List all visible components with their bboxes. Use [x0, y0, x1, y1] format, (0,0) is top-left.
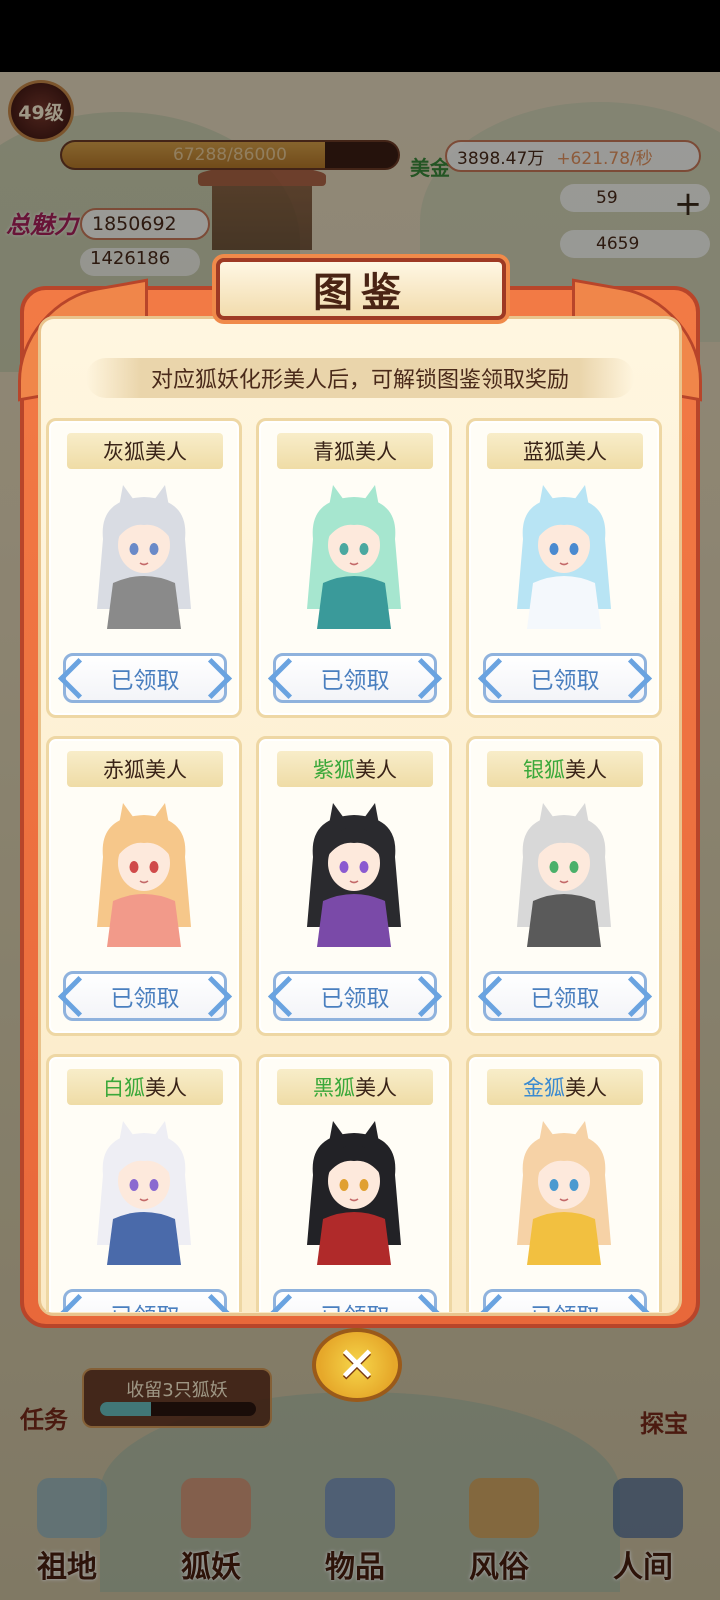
card-name: 青狐 美人: [277, 433, 433, 469]
collection-card: 青狐 美人 已领取: [256, 418, 452, 718]
card-name: 紫狐 美人: [277, 751, 433, 787]
card-name-suffix: 美人: [565, 440, 607, 464]
card-name-prefix: 蓝狐: [523, 440, 565, 464]
card-name: 黑狐 美人: [277, 1069, 433, 1105]
dialog-title-plate: 图鉴: [216, 258, 506, 320]
card-name: 金狐 美人: [487, 1069, 643, 1105]
card-name-suffix: 美人: [565, 1076, 607, 1100]
character-portrait: [97, 1121, 191, 1265]
collection-card: 白狐美人 已领取: [46, 1054, 242, 1312]
dialog-title: 图鉴: [313, 269, 409, 316]
card-name-suffix: 美人: [355, 1076, 397, 1100]
card-name-prefix: 紫狐: [313, 758, 355, 782]
card-name-prefix: 灰狐: [103, 440, 145, 464]
collection-card: 黑狐美人 已领取: [256, 1054, 452, 1312]
claimed-button[interactable]: 已领取: [483, 1289, 647, 1312]
collection-card: 赤狐 美人 已领取: [46, 736, 242, 1036]
collection-card: 紫狐 美人 已领取: [256, 736, 452, 1036]
card-name-suffix: 美人: [145, 758, 187, 782]
close-button[interactable]: ✕: [312, 1328, 402, 1402]
character-portrait: [517, 1121, 611, 1265]
collection-dialog: 图鉴 对应狐妖化形美人后，可解锁图鉴领取奖励 灰狐 美人 已领取 青狐 美人 已…: [8, 236, 712, 1366]
claimed-button[interactable]: 已领取: [273, 653, 437, 703]
card-name-suffix: 美人: [355, 758, 397, 782]
character-portrait: [307, 1121, 401, 1265]
card-name-prefix: 银狐: [523, 758, 565, 782]
character-portrait: [307, 485, 401, 629]
claimed-button[interactable]: 已领取: [483, 971, 647, 1021]
claimed-button[interactable]: 已领取: [63, 653, 227, 703]
card-name-prefix: 青狐: [313, 440, 355, 464]
card-name: 蓝狐 美人: [487, 433, 643, 469]
claimed-button[interactable]: 已领取: [273, 1289, 437, 1312]
card-name-prefix: 黑狐: [313, 1076, 355, 1100]
character-portrait: [97, 803, 191, 947]
claimed-button[interactable]: 已领取: [273, 971, 437, 1021]
collection-card: 银狐 美人 已领取: [466, 736, 662, 1036]
claimed-button[interactable]: 已领取: [63, 1289, 227, 1312]
card-name: 赤狐 美人: [67, 751, 223, 787]
card-name-suffix: 美人: [145, 440, 187, 464]
character-portrait: [517, 803, 611, 947]
card-name: 银狐 美人: [487, 751, 643, 787]
character-portrait: [97, 485, 191, 629]
card-name-suffix: 美人: [145, 1076, 187, 1100]
claimed-button[interactable]: 已领取: [483, 653, 647, 703]
collection-card: 灰狐 美人 已领取: [46, 418, 242, 718]
card-name-suffix: 美人: [565, 758, 607, 782]
card-name: 白狐 美人: [67, 1069, 223, 1105]
card-name-prefix: 白狐: [103, 1076, 145, 1100]
claimed-button[interactable]: 已领取: [63, 971, 227, 1021]
collection-card: 金狐美人 已领取: [466, 1054, 662, 1312]
status-bar: [0, 0, 720, 72]
card-name-suffix: 美人: [355, 440, 397, 464]
character-portrait: [307, 803, 401, 947]
dialog-subtitle: 对应狐妖化形美人后，可解锁图鉴领取奖励: [86, 358, 634, 398]
card-name: 灰狐 美人: [67, 433, 223, 469]
card-name-prefix: 金狐: [523, 1076, 565, 1100]
collection-grid[interactable]: 灰狐 美人 已领取 青狐 美人 已领取 蓝狐 美人 已领取 赤狐 美人 已领取 …: [46, 418, 662, 1312]
card-name-prefix: 赤狐: [103, 758, 145, 782]
character-portrait: [517, 485, 611, 629]
collection-card: 蓝狐 美人 已领取: [466, 418, 662, 718]
